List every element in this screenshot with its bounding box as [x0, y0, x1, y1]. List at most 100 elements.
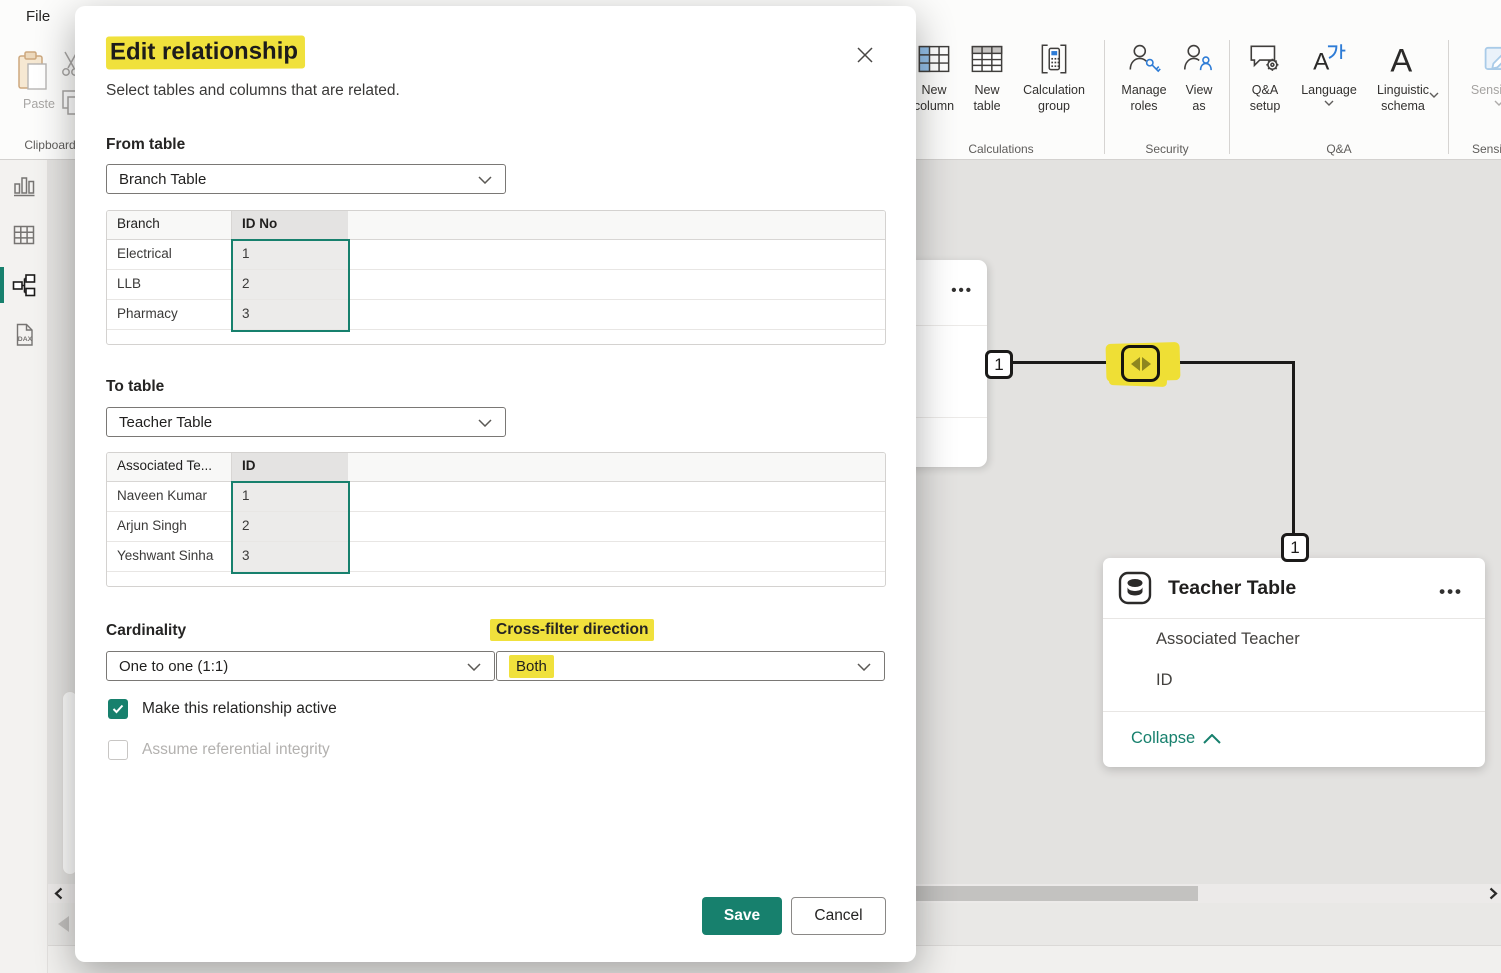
ribbon-group-sensitivity: Sensitivity Sensitivity	[1456, 36, 1501, 156]
to-table-preview: Associated Te... ID Naveen Kumar 1 Arjun…	[106, 452, 886, 587]
report-view-button[interactable]	[0, 160, 48, 210]
to-table-label: To table	[106, 378, 164, 396]
edit-relationship-dialog: Edit relationship Select tables and colu…	[75, 6, 916, 962]
table-row: Yeshwant Sinha 3	[107, 542, 885, 572]
sensitivity-group-label: Sensitivity	[1456, 136, 1501, 156]
model-view-button[interactable]	[0, 260, 48, 310]
paste-icon	[14, 48, 64, 94]
calculation-group-button[interactable]: Calculation group	[1011, 36, 1097, 115]
ribbon-separator	[1104, 40, 1105, 154]
file-menu[interactable]: File	[26, 8, 50, 25]
new-table-button[interactable]: New table	[963, 36, 1011, 115]
ribbon-group-qna: Q&A setup A Language	[1237, 36, 1441, 156]
column-header[interactable]: Associated Te...	[107, 453, 232, 481]
scroll-left-icon[interactable]	[54, 887, 63, 900]
teacher-card-header[interactable]: Teacher Table •••	[1103, 558, 1485, 619]
scroll-right-icon[interactable]	[1489, 887, 1498, 900]
table-header-row: Associated Te... ID	[107, 453, 885, 482]
language-button[interactable]: A Language	[1293, 36, 1365, 106]
chevron-up-icon	[1203, 734, 1221, 744]
cardinality-label: Cardinality	[106, 622, 186, 640]
chevron-down-icon	[1494, 100, 1501, 106]
from-table-select[interactable]: Branch Table	[106, 164, 506, 194]
cardinality-badge-one: 1	[1281, 533, 1309, 562]
sensitivity-icon	[1480, 36, 1501, 82]
powerbi-window: File Paste Clipboard	[0, 0, 1501, 973]
field-id[interactable]: ID	[1103, 660, 1485, 701]
close-icon[interactable]	[852, 42, 878, 68]
scrollbar-thumb[interactable]	[913, 886, 1198, 901]
model-view-icon	[11, 272, 37, 298]
scroll-left-disabled-icon[interactable]	[58, 916, 69, 932]
qna-group-label: Q&A	[1237, 136, 1441, 156]
table-header-row: Branch ID No	[107, 211, 885, 240]
cardinality-badge-one: 1	[985, 350, 1013, 379]
more-options-icon[interactable]: •••	[1439, 582, 1463, 602]
table-row: LLB 2	[107, 270, 885, 300]
relationship-line[interactable]	[1292, 361, 1295, 534]
ribbon-groups: New column New table	[905, 36, 1501, 156]
column-header-selected[interactable]: ID No	[232, 211, 348, 239]
svg-text:DAX: DAX	[18, 336, 33, 343]
cardinality-select[interactable]: One to one (1:1)	[106, 651, 495, 681]
from-table-label: From table	[106, 136, 185, 154]
teacher-card-title: Teacher Table	[1168, 577, 1296, 600]
dialog-title: Edit relationship	[106, 36, 305, 69]
from-table-preview: Branch ID No Electrical 1 LLB 2 Pharmacy…	[106, 210, 886, 345]
manage-roles-button[interactable]: Manage roles	[1112, 36, 1176, 115]
chevron-down-icon	[1324, 100, 1334, 106]
chevron-down-icon	[1429, 92, 1439, 98]
view-as-button[interactable]: View as	[1176, 36, 1222, 115]
make-active-label: Make this relationship active	[142, 700, 337, 718]
svg-text:A: A	[1313, 49, 1330, 76]
sensitivity-button[interactable]: Sensitivity	[1456, 36, 1501, 106]
more-options-icon[interactable]: •••	[951, 282, 973, 299]
ribbon-group-security: Manage roles	[1112, 36, 1222, 156]
collapse-link[interactable]: Collapse	[1131, 729, 1221, 748]
cross-filter-select[interactable]: Both	[496, 651, 885, 681]
ribbon-group-calculations: New column New table	[905, 36, 1097, 156]
cancel-button[interactable]: Cancel	[791, 897, 886, 935]
chevron-down-icon	[857, 663, 871, 671]
referential-integrity-label: Assume referential integrity	[142, 741, 330, 759]
report-view-icon	[11, 172, 37, 198]
dialog-subtitle: Select tables and columns that are relat…	[106, 82, 400, 100]
table-row: Electrical 1	[107, 240, 885, 270]
column-header-selected[interactable]: ID	[232, 453, 348, 481]
calculations-group-label: Calculations	[905, 136, 1097, 156]
make-active-checkbox[interactable]	[108, 699, 128, 719]
table-view-button[interactable]	[0, 210, 48, 260]
dax-query-view-icon: DAX	[11, 321, 37, 349]
active-view-indicator	[0, 267, 4, 303]
dax-query-view-button[interactable]: DAX	[0, 310, 48, 360]
teacher-table-card[interactable]: Teacher Table ••• Associated Teacher ID …	[1103, 558, 1485, 767]
paste-button[interactable]: Paste	[14, 48, 64, 111]
qa-setup-button[interactable]: Q&A setup	[1237, 36, 1293, 115]
chevron-down-icon	[467, 663, 481, 671]
chevron-down-icon	[478, 176, 492, 184]
column-header[interactable]: Branch	[107, 211, 232, 239]
table-view-icon	[11, 222, 37, 248]
paste-label: Paste	[14, 97, 64, 111]
new-column-icon	[916, 36, 952, 82]
security-group-label: Security	[1112, 136, 1222, 156]
arrow-left-icon	[1131, 357, 1140, 371]
linguistic-schema-icon: A	[1384, 36, 1422, 82]
save-button[interactable]: Save	[702, 897, 782, 935]
referential-integrity-checkbox[interactable]	[108, 740, 128, 760]
cross-filter-both-icon[interactable]	[1121, 345, 1160, 382]
language-icon: A	[1310, 36, 1348, 82]
linguistic-schema-button[interactable]: A Linguistic schema	[1365, 36, 1441, 115]
view-switcher-rail: DAX	[0, 160, 48, 973]
to-table-select[interactable]: Teacher Table	[106, 407, 506, 437]
field-associated-teacher[interactable]: Associated Teacher	[1103, 619, 1485, 660]
manage-roles-icon	[1125, 36, 1163, 82]
teacher-card-footer: Collapse	[1103, 711, 1485, 765]
new-table-icon	[969, 36, 1005, 82]
ribbon-separator	[1448, 40, 1449, 154]
svg-text:A: A	[1390, 42, 1412, 78]
arrow-right-icon	[1142, 357, 1151, 371]
ribbon-separator	[1229, 40, 1230, 154]
table-row: Naveen Kumar 1	[107, 482, 885, 512]
database-icon	[1118, 571, 1152, 605]
